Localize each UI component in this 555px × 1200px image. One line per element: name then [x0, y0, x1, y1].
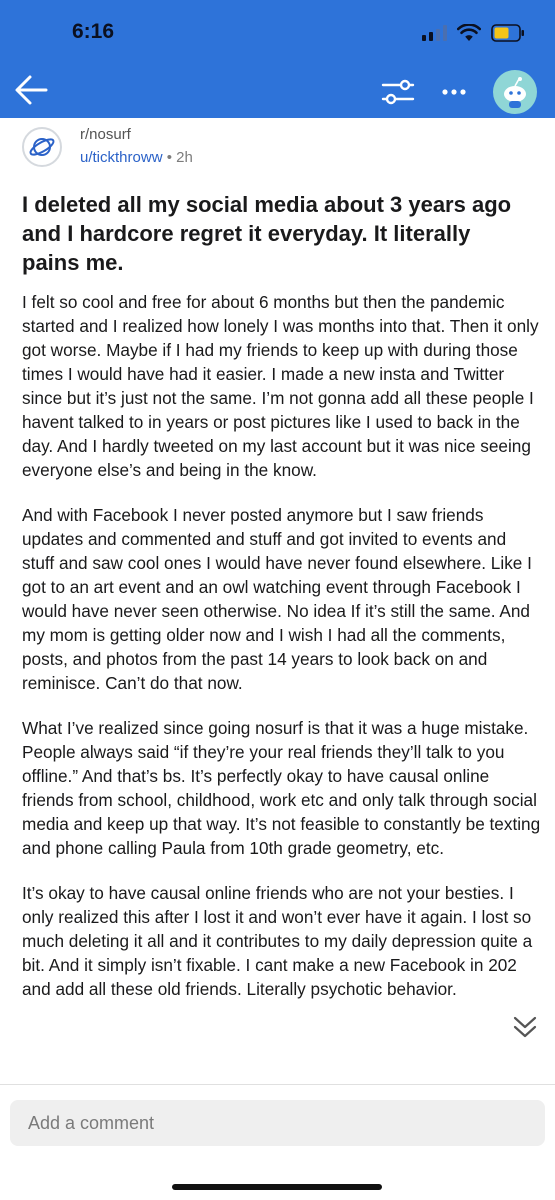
- post-paragraph: I felt so cool and free for about 6 mont…: [22, 292, 539, 480]
- subreddit-name[interactable]: r/nosurf: [80, 126, 193, 144]
- status-time: 6:16: [72, 20, 115, 43]
- battery-icon: [491, 24, 524, 42]
- author-username[interactable]: u/tickthroww: [80, 149, 163, 166]
- cellular-signal-icon: [422, 25, 447, 41]
- chevron-double-down-icon[interactable]: [508, 1010, 542, 1044]
- wifi-icon: [457, 24, 481, 41]
- snoo-avatar-icon: [504, 77, 526, 108]
- header-actions: [381, 70, 537, 114]
- post-paragraph: And with Facebook I never posted anymore…: [22, 505, 532, 693]
- post-paragraph: What I’ve realized since going nosurf is…: [22, 718, 541, 858]
- post-age: 2h: [176, 149, 193, 166]
- meta-separator: •: [162, 149, 177, 166]
- user-avatar-icon[interactable]: [493, 70, 537, 114]
- post-meta: r/nosurf u/tickthroww • 2h: [80, 126, 193, 168]
- post-title: I deleted all my social media about 3 ye…: [22, 192, 512, 275]
- subreddit-icon[interactable]: [22, 127, 62, 167]
- app-header: 6:16: [0, 0, 555, 118]
- author-line: u/tickthroww • 2h: [80, 148, 193, 168]
- more-options-icon[interactable]: [441, 88, 467, 96]
- divider: [0, 1084, 555, 1085]
- post-paragraph: It’s okay to have causal online friends …: [22, 883, 533, 999]
- post-header: r/nosurf u/tickthroww • 2h: [22, 126, 193, 168]
- post-body: I felt so cool and free for about 6 mont…: [22, 290, 542, 1022]
- filter-sort-icon[interactable]: [381, 77, 415, 107]
- status-icons: [422, 22, 525, 44]
- back-arrow-icon[interactable]: [12, 70, 52, 110]
- planet-icon: [29, 138, 55, 156]
- home-indicator: [172, 1184, 382, 1190]
- comment-placeholder: Add a comment: [28, 1112, 155, 1133]
- add-comment-input[interactable]: Add a comment: [10, 1100, 545, 1146]
